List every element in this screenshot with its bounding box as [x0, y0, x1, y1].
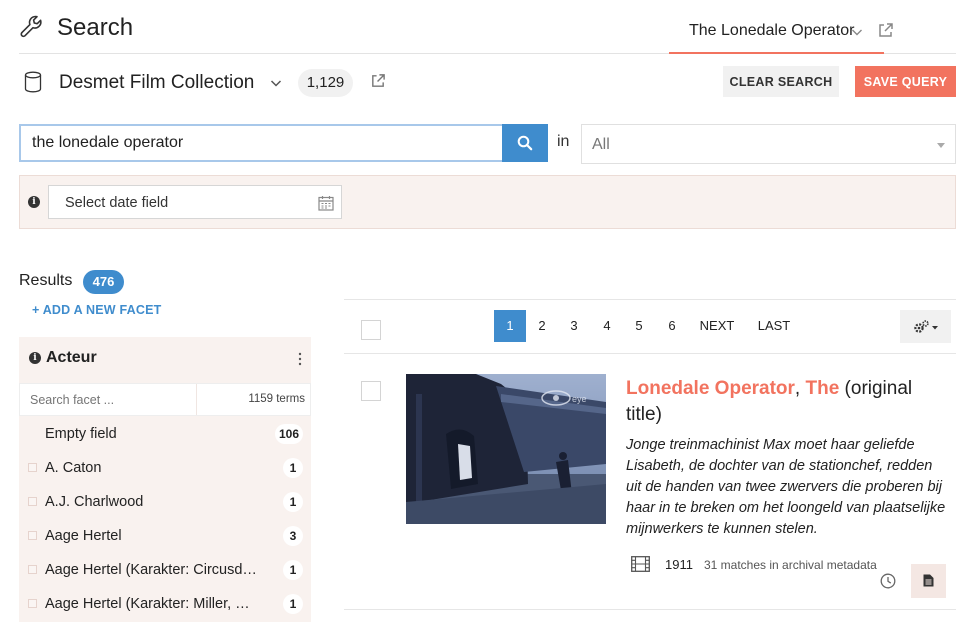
result-title[interactable]: Lonedale Operator, The (original title) [626, 376, 946, 428]
date-filter-panel: i Select date field [19, 175, 956, 229]
document-icon [923, 574, 934, 587]
gears-icon [914, 320, 938, 333]
select-all-checkbox[interactable] [361, 320, 381, 340]
facet-item-label: A.J. Charlwood [45, 494, 144, 510]
facet-item-label: A. Caton [45, 460, 102, 476]
page-1-button[interactable]: 1 [494, 310, 526, 342]
facet-search-input[interactable] [20, 384, 196, 415]
film-still-image: eye [406, 374, 606, 524]
facet-item[interactable]: Empty field 106 [19, 417, 311, 451]
film-icon [631, 556, 650, 572]
facet-item-count: 1 [283, 492, 303, 512]
facet-item-checkbox[interactable] [28, 531, 37, 540]
watermark-text: eye [572, 394, 587, 404]
facet-item-count: 1 [283, 458, 303, 478]
facet-item-label: Aage Hertel (Karakter: Miller, … [45, 596, 250, 612]
result-checkbox[interactable] [361, 381, 381, 401]
database-icon [24, 71, 42, 93]
facet-terms-count: 1159 terms [248, 393, 305, 405]
title-highlight: Lonedale Operator [626, 378, 795, 399]
page-5-button[interactable]: 5 [629, 310, 649, 342]
facet-title: Acteur [46, 349, 97, 366]
pagination-bar: 1 2 3 4 5 6 NEXT LAST [344, 299, 956, 354]
chevron-down-icon[interactable] [270, 77, 282, 89]
search-field-select[interactable]: All [581, 124, 956, 164]
document-button[interactable] [911, 564, 946, 598]
result-description: Jonge treinmachinist Max moet haar gelie… [626, 437, 946, 537]
collection-count-badge: 1,129 [298, 69, 353, 97]
divider [196, 384, 197, 415]
facet-item[interactable]: Aage Hertel (Karakter: Circusd… 1 [19, 553, 311, 587]
add-facet-link[interactable]: + ADD A NEW FACET [32, 303, 161, 317]
facet-item-label: Aage Hertel (Karakter: Circusd… [45, 562, 257, 578]
external-link-icon[interactable] [370, 73, 386, 89]
info-icon: i [28, 196, 40, 208]
facet-panel-acteur: i Acteur 1159 terms Empty field 106 A. C… [19, 337, 311, 622]
wrench-icon [20, 15, 42, 38]
title-highlight: The [805, 378, 840, 399]
page-4-button[interactable]: 4 [597, 310, 617, 342]
facet-search-box: 1159 terms [19, 383, 311, 416]
facet-item[interactable]: A. Caton 1 [19, 451, 311, 485]
search-input[interactable] [19, 124, 503, 162]
page-title: Search [57, 14, 134, 41]
chevron-down-icon[interactable] [851, 26, 863, 38]
kebab-menu-icon[interactable] [298, 352, 302, 366]
divider [344, 609, 956, 610]
clear-search-button[interactable]: CLEAR SEARCH [723, 66, 839, 97]
tab-lonedale-operator[interactable]: The Lonedale Operator [669, 0, 884, 54]
settings-dropdown-button[interactable] [900, 310, 951, 343]
facet-item[interactable]: A.J. Charlwood 1 [19, 485, 311, 519]
facet-header: i Acteur [19, 337, 311, 383]
facet-item-checkbox[interactable] [28, 599, 37, 608]
select-value: All [592, 136, 610, 153]
save-query-button[interactable]: SAVE QUERY [855, 66, 956, 97]
facet-item-count: 3 [283, 526, 303, 546]
search-icon [517, 135, 533, 151]
in-label: in [557, 133, 570, 150]
date-field-placeholder: Select date field [65, 195, 169, 211]
facet-item-label: Empty field [45, 426, 117, 442]
page-2-button[interactable]: 2 [532, 310, 552, 342]
facet-item[interactable]: Aage Hertel 3 [19, 519, 311, 553]
facet-item-count: 106 [274, 424, 303, 444]
facet-item[interactable]: Aage Hertel (Karakter: Miller, … 1 [19, 587, 311, 621]
collection-title[interactable]: Desmet Film Collection [59, 72, 254, 94]
result-year: 1911 [665, 557, 693, 572]
result-matches: 31 matches in archival metadata [704, 558, 877, 572]
last-page-button[interactable]: LAST [756, 310, 792, 342]
date-field-select[interactable]: Select date field [48, 185, 342, 219]
top-bar: Search The Lonedale Operator [19, 0, 956, 54]
clock-icon[interactable] [880, 573, 896, 589]
caret-down-icon [937, 143, 945, 148]
search-button[interactable] [502, 124, 548, 162]
facet-item-checkbox[interactable] [28, 497, 37, 506]
page-6-button[interactable]: 6 [662, 310, 682, 342]
calendar-icon [318, 196, 334, 211]
external-link-icon[interactable] [877, 22, 894, 39]
facet-item-checkbox[interactable] [28, 565, 37, 574]
results-count-badge: 476 [83, 270, 124, 294]
page-3-button[interactable]: 3 [564, 310, 584, 342]
facet-item-checkbox[interactable] [28, 463, 37, 472]
facet-item-label: Aage Hertel [45, 528, 122, 544]
result-thumbnail[interactable]: eye [406, 374, 606, 524]
info-icon: i [29, 352, 41, 364]
facet-item-count: 1 [283, 560, 303, 580]
tab-label: The Lonedale Operator [689, 22, 855, 39]
next-page-button[interactable]: NEXT [697, 310, 737, 342]
title-separator: , [794, 378, 806, 399]
facet-item-count: 1 [283, 594, 303, 614]
results-label: Results [19, 272, 73, 289]
